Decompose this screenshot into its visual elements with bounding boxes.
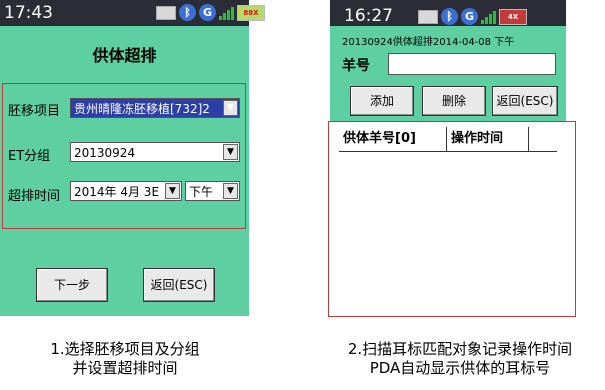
caption-line: 并设置超排时间 bbox=[72, 359, 178, 377]
battery-icon: 88X bbox=[237, 4, 265, 21]
gprs-icon[interactable]: G bbox=[199, 4, 216, 21]
keyboard-icon[interactable] bbox=[418, 9, 438, 24]
bluetooth-icon[interactable]: ᛒ bbox=[179, 4, 196, 21]
chevron-down-icon[interactable]: ▼ bbox=[223, 100, 238, 116]
add-button[interactable]: 添加 bbox=[350, 86, 414, 116]
chevron-down-icon[interactable]: ▼ bbox=[223, 183, 238, 199]
group-value: 20130924 bbox=[74, 146, 136, 160]
group-label: ET分组 bbox=[8, 149, 51, 164]
caption-step-2: 2.扫描耳标匹配对象记录操作时间 PDA自动显示供体的耳标号 bbox=[322, 340, 598, 378]
column-header-sheep-id[interactable]: 供体羊号[0] bbox=[339, 127, 447, 151]
signal-icon bbox=[481, 10, 496, 24]
status-bar: 17:43 ᛒ G 88X bbox=[0, 0, 265, 26]
project-label: 胚移项目 bbox=[8, 104, 61, 119]
caption-step-1: 1.选择胚移项目及分组 并设置超排时间 bbox=[20, 340, 230, 378]
delete-button[interactable]: 删除 bbox=[422, 86, 486, 116]
gprs-icon[interactable]: G bbox=[461, 8, 478, 25]
group-select[interactable]: 20130924 ▼ bbox=[70, 142, 240, 162]
ampm-value: 下午 bbox=[189, 185, 214, 199]
sheep-id-input[interactable] bbox=[388, 53, 556, 75]
bluetooth-icon[interactable]: ᛒ bbox=[441, 8, 458, 25]
back-button[interactable]: 返回(ESC) bbox=[143, 268, 215, 302]
sheep-id-label: 羊号 bbox=[342, 58, 370, 74]
column-header-empty bbox=[529, 127, 557, 151]
ampm-select[interactable]: 下午 ▼ bbox=[185, 181, 240, 201]
next-button[interactable]: 下一步 bbox=[36, 268, 108, 302]
time-label: 超排时间 bbox=[8, 189, 61, 204]
status-bar: 16:27 ᛒ G 4X bbox=[330, 0, 566, 26]
project-value: 贵州晴隆冻胚移植[732]2 bbox=[74, 102, 210, 116]
record-table[interactable]: 供体羊号[0] 操作时间 bbox=[328, 121, 576, 317]
chevron-down-icon[interactable]: ▼ bbox=[165, 183, 180, 199]
signal-icon bbox=[219, 6, 234, 20]
date-value: 2014年 4月 3E bbox=[74, 185, 160, 199]
back-button[interactable]: 返回(ESC) bbox=[492, 86, 558, 116]
clock: 17:43 bbox=[4, 3, 53, 23]
column-header-time[interactable]: 操作时间 bbox=[447, 127, 529, 151]
page-title: 供体超排 bbox=[92, 46, 157, 65]
caption-line: PDA自动显示供体的耳标号 bbox=[369, 359, 551, 377]
keyboard-icon[interactable] bbox=[156, 5, 176, 20]
clock: 16:27 bbox=[344, 6, 393, 26]
caption-line: 2.扫描耳标匹配对象记录操作时间 bbox=[347, 340, 573, 358]
session-subtitle: 20130924供体超排2014-04-08 下午 bbox=[342, 37, 515, 48]
chevron-down-icon[interactable]: ▼ bbox=[223, 144, 238, 160]
date-picker[interactable]: 2014年 4月 3E ▼ bbox=[70, 181, 182, 201]
table-header: 供体羊号[0] 操作时间 bbox=[339, 127, 557, 152]
pda-screen-1: 17:43 ᛒ G 88X 供体超排 胚移项目 贵州晴隆冻胚移植[732]2 ▼… bbox=[0, 0, 265, 316]
caption-line: 1.选择胚移项目及分组 bbox=[50, 340, 200, 358]
project-select[interactable]: 贵州晴隆冻胚移植[732]2 ▼ bbox=[70, 98, 240, 118]
battery-icon: 4X bbox=[499, 8, 527, 25]
